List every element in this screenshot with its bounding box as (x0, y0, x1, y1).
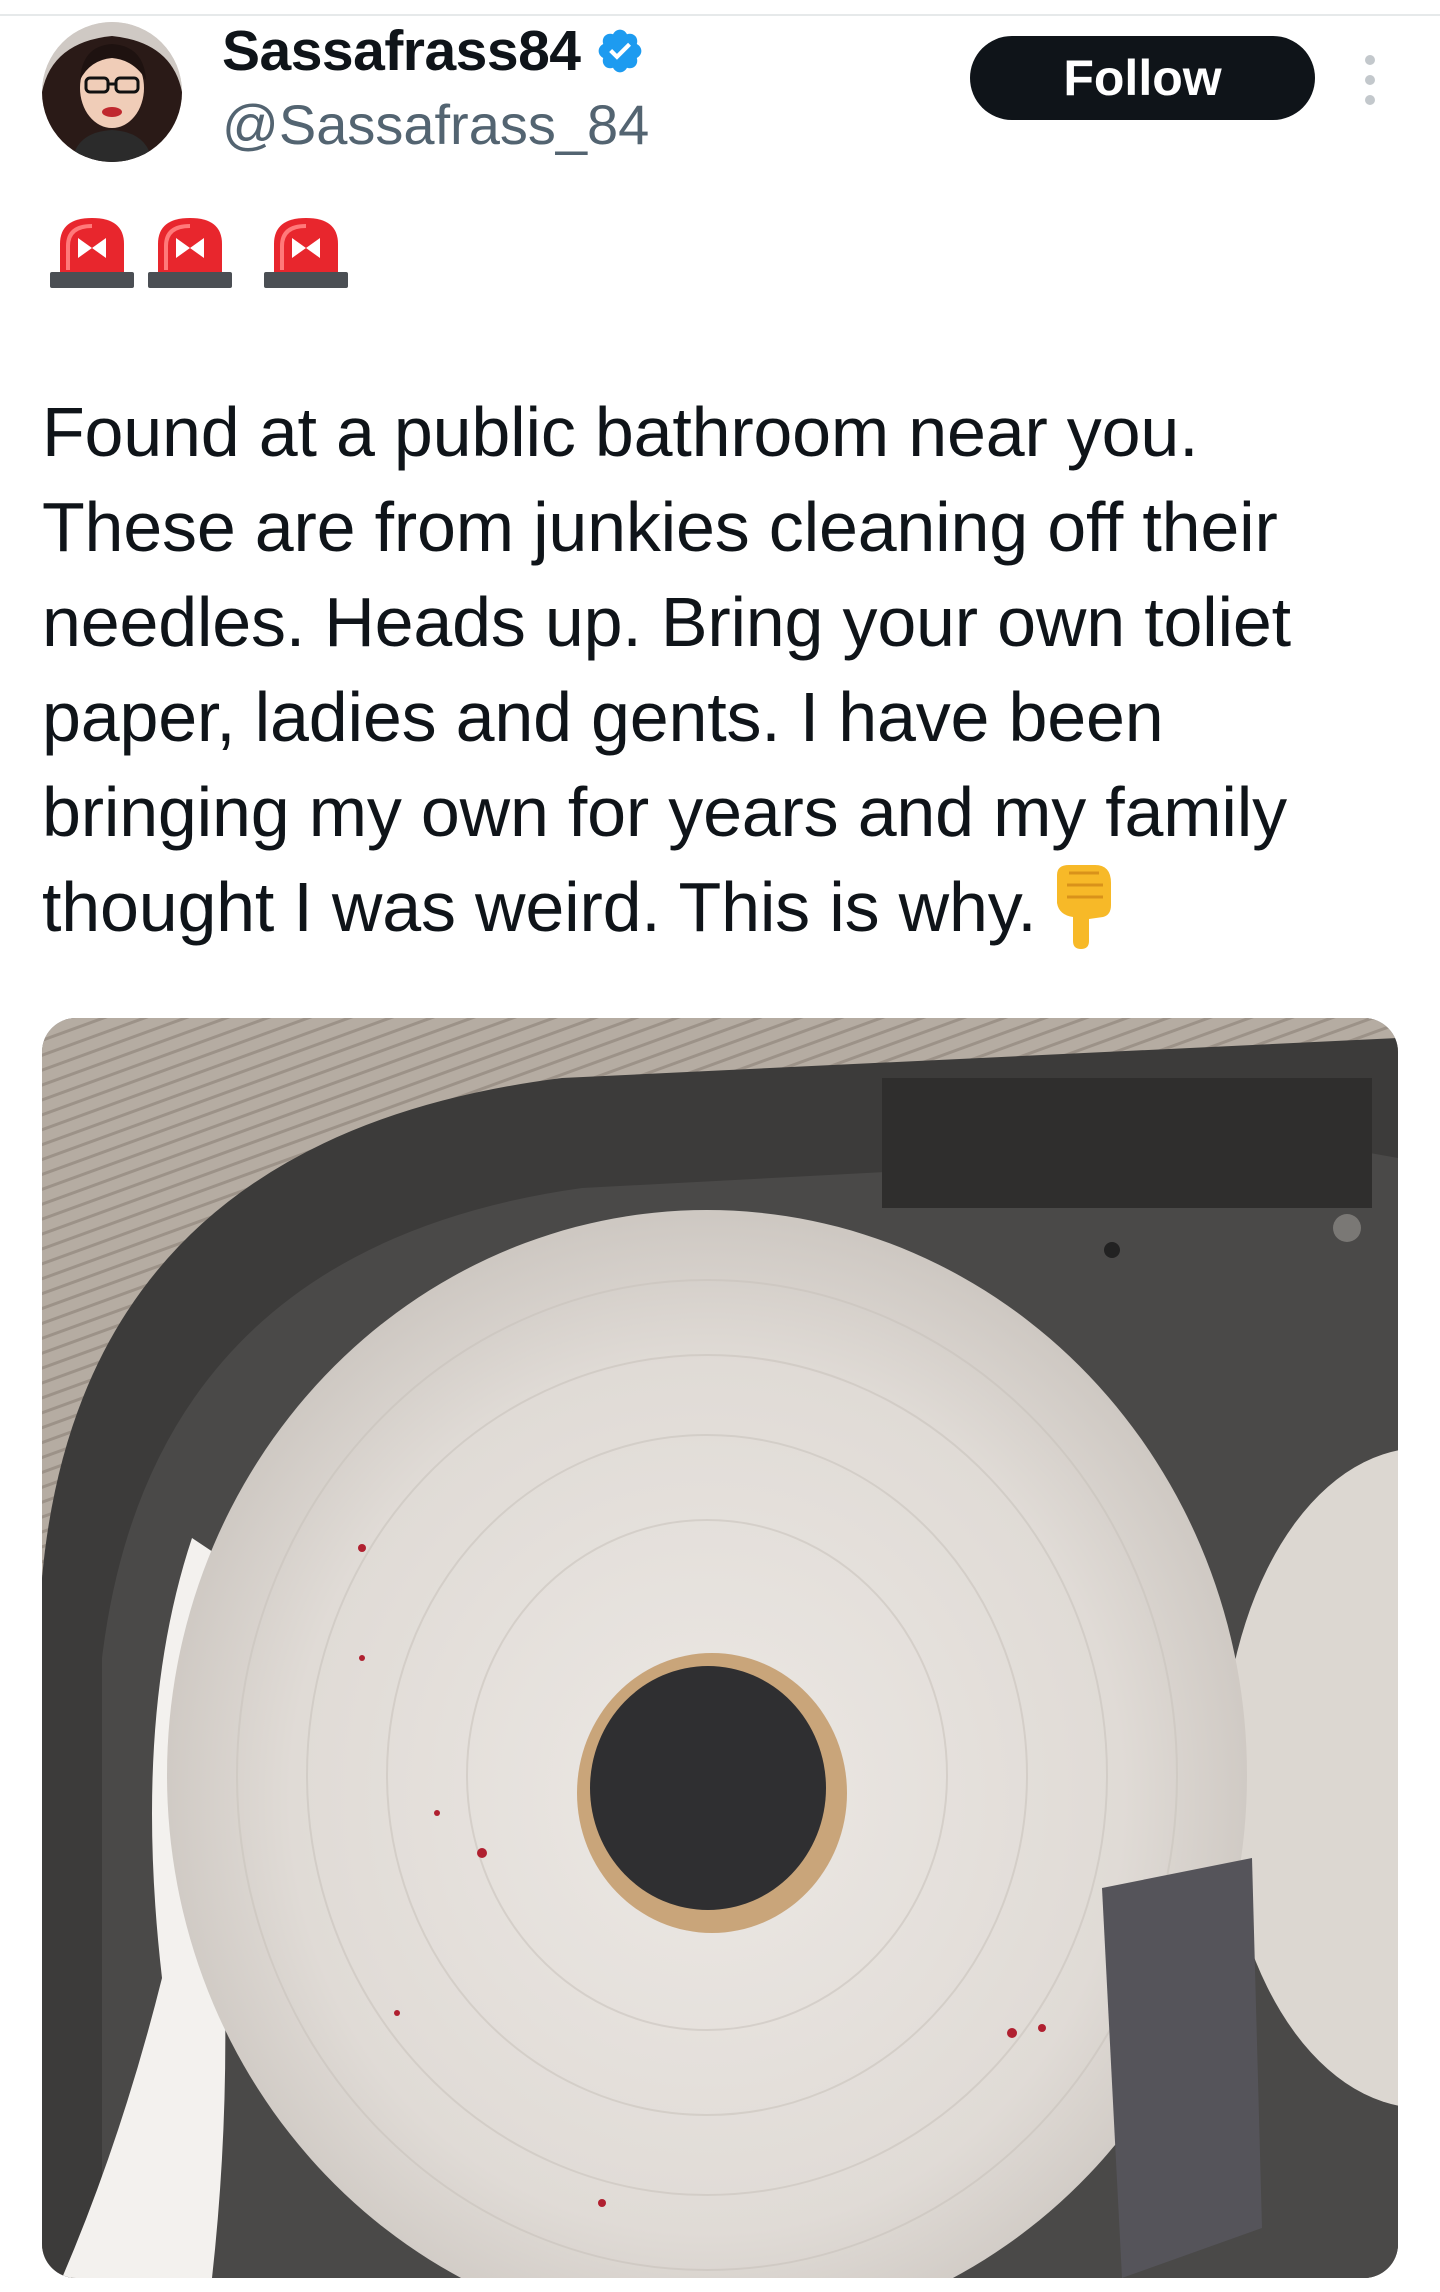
siren-icon (260, 210, 352, 290)
siren-icon (46, 210, 138, 290)
tweet-text: Found at a public bathroom near you. The… (42, 385, 1412, 955)
top-divider (0, 14, 1440, 16)
siren-icon (144, 210, 236, 290)
author-handle[interactable]: @Sassafrass_84 (222, 92, 649, 158)
more-vertical-icon[interactable] (1350, 52, 1390, 108)
emoji-row (46, 210, 352, 290)
follow-button[interactable]: Follow (970, 36, 1315, 120)
avatar[interactable] (42, 22, 182, 162)
pointing-down-hand-icon (1049, 863, 1119, 949)
display-name[interactable]: Sassafrass84 (222, 18, 581, 84)
verified-badge-icon (595, 26, 645, 76)
author-name-row: Sassafrass84 (222, 18, 645, 84)
tweet-photo[interactable] (42, 1018, 1398, 2278)
toilet-paper-roll-photo (42, 1018, 1398, 2278)
